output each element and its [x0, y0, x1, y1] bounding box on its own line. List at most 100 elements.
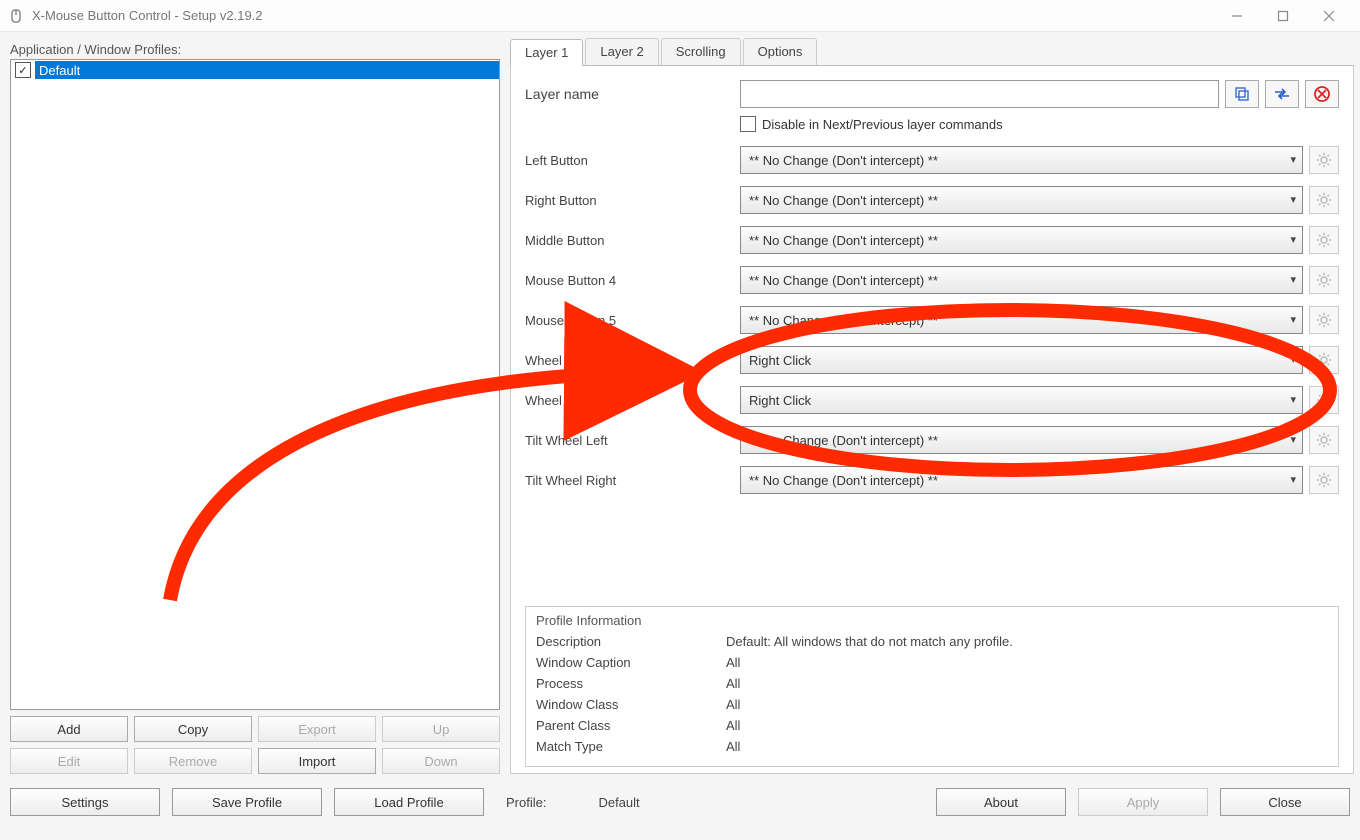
button-combo[interactable]: ** No Change (Don't intercept) **	[740, 466, 1303, 494]
button-row-1: Right Button ** No Change (Don't intercep…	[525, 186, 1339, 214]
tab-scrolling[interactable]: Scrolling	[661, 38, 741, 65]
disable-layer-checkbox[interactable]	[740, 116, 756, 132]
pi-caption-label: Window Caption	[536, 655, 726, 670]
button-label: Mouse Button 5	[525, 313, 740, 328]
edit-button[interactable]: Edit	[10, 748, 128, 774]
button-combo[interactable]: ** No Change (Don't intercept) **	[740, 186, 1303, 214]
profile-info-group: Profile Information DescriptionDefault: …	[525, 606, 1339, 767]
pi-match-value: All	[726, 739, 740, 754]
button-combo-value: Right Click	[749, 353, 811, 368]
button-row-6: Wheel Down Right Click	[525, 386, 1339, 414]
import-button[interactable]: Import	[258, 748, 376, 774]
copy-layer-button[interactable]	[1225, 80, 1259, 108]
profiles-label: Application / Window Profiles:	[10, 42, 500, 57]
profiles-list[interactable]: ✓ Default	[10, 59, 500, 710]
gear-icon[interactable]	[1309, 226, 1339, 254]
button-combo-value: ** No Change (Don't intercept) **	[749, 473, 938, 488]
layer-name-input[interactable]	[740, 80, 1219, 108]
tab-options[interactable]: Options	[743, 38, 818, 65]
button-label: Mouse Button 4	[525, 273, 740, 288]
profile-value: Default	[598, 795, 924, 810]
button-combo-value: ** No Change (Don't intercept) **	[749, 153, 938, 168]
export-button[interactable]: Export	[258, 716, 376, 742]
pi-class-label: Window Class	[536, 697, 726, 712]
pi-process-label: Process	[536, 676, 726, 691]
button-row-3: Mouse Button 4 ** No Change (Don't interc…	[525, 266, 1339, 294]
minimize-button[interactable]	[1214, 0, 1260, 32]
apply-button[interactable]: Apply	[1078, 788, 1208, 816]
button-row-4: Mouse Button 5 ** No Change (Don't interc…	[525, 306, 1339, 334]
button-combo-value: Right Click	[749, 393, 811, 408]
maximize-button[interactable]	[1260, 0, 1306, 32]
tab-layer2[interactable]: Layer 2	[585, 38, 658, 65]
gear-icon[interactable]	[1309, 146, 1339, 174]
remove-button[interactable]: Remove	[134, 748, 252, 774]
button-label: Wheel Up	[525, 353, 740, 368]
button-combo-value: ** No Change (Don't intercept) **	[749, 313, 938, 328]
button-combo[interactable]: ** No Change (Don't intercept) **	[740, 226, 1303, 254]
pi-description-value: Default: All windows that do not match a…	[726, 634, 1013, 649]
up-button[interactable]: Up	[382, 716, 500, 742]
button-label: Right Button	[525, 193, 740, 208]
button-combo[interactable]: ** No Change (Don't intercept) **	[740, 306, 1303, 334]
button-combo[interactable]: ** No Change (Don't intercept) **	[740, 426, 1303, 454]
button-label: Middle Button	[525, 233, 740, 248]
gear-icon[interactable]	[1309, 266, 1339, 294]
gear-icon[interactable]	[1309, 426, 1339, 454]
save-profile-button[interactable]: Save Profile	[172, 788, 322, 816]
button-combo[interactable]: ** No Change (Don't intercept) **	[740, 146, 1303, 174]
button-label: Left Button	[525, 153, 740, 168]
titlebar: X-Mouse Button Control - Setup v2.19.2	[0, 0, 1360, 32]
button-combo[interactable]: Right Click	[740, 386, 1303, 414]
gear-icon[interactable]	[1309, 386, 1339, 414]
button-combo[interactable]: Right Click	[740, 346, 1303, 374]
bottom-bar: Settings Save Profile Load Profile Profi…	[0, 780, 1360, 824]
button-combo[interactable]: ** No Change (Don't intercept) **	[740, 266, 1303, 294]
pi-caption-value: All	[726, 655, 740, 670]
layer-config-panel: Layer 1 Layer 2 Scrolling Options Layer …	[510, 38, 1354, 774]
close-app-button[interactable]: Close	[1220, 788, 1350, 816]
swap-layer-button[interactable]	[1265, 80, 1299, 108]
pi-parent-label: Parent Class	[536, 718, 726, 733]
pi-parent-value: All	[726, 718, 740, 733]
reset-layer-button[interactable]	[1305, 80, 1339, 108]
button-label: Tilt Wheel Left	[525, 433, 740, 448]
profile-item-label: Default	[35, 61, 499, 79]
profiles-panel: Application / Window Profiles: ✓ Default…	[6, 38, 504, 774]
button-row-8: Tilt Wheel Right ** No Change (Don't inte…	[525, 466, 1339, 494]
button-combo-value: ** No Change (Don't intercept) **	[749, 233, 938, 248]
app-icon	[8, 8, 24, 24]
button-row-0: Left Button ** No Change (Don't intercept…	[525, 146, 1339, 174]
button-combo-value: ** No Change (Don't intercept) **	[749, 193, 938, 208]
button-combo-value: ** No Change (Don't intercept) **	[749, 273, 938, 288]
profile-label: Profile:	[506, 795, 546, 810]
window-title: X-Mouse Button Control - Setup v2.19.2	[32, 8, 1214, 23]
disable-layer-label: Disable in Next/Previous layer commands	[762, 117, 1003, 132]
button-row-7: Tilt Wheel Left ** No Change (Don't inter…	[525, 426, 1339, 454]
button-label: Tilt Wheel Right	[525, 473, 740, 488]
button-combo-value: ** No Change (Don't intercept) **	[749, 433, 938, 448]
pi-match-label: Match Type	[536, 739, 726, 754]
load-profile-button[interactable]: Load Profile	[334, 788, 484, 816]
copy-button[interactable]: Copy	[134, 716, 252, 742]
profile-checkbox[interactable]: ✓	[15, 62, 31, 78]
close-button[interactable]	[1306, 0, 1352, 32]
button-row-5: Wheel Up Right Click	[525, 346, 1339, 374]
pi-class-value: All	[726, 697, 740, 712]
gear-icon[interactable]	[1309, 306, 1339, 334]
settings-button[interactable]: Settings	[10, 788, 160, 816]
button-label: Wheel Down	[525, 393, 740, 408]
tab-layer1[interactable]: Layer 1	[510, 39, 583, 66]
layer-name-label: Layer name	[525, 86, 740, 102]
pi-process-value: All	[726, 676, 740, 691]
gear-icon[interactable]	[1309, 466, 1339, 494]
pi-description-label: Description	[536, 634, 726, 649]
gear-icon[interactable]	[1309, 346, 1339, 374]
button-row-2: Middle Button ** No Change (Don't interce…	[525, 226, 1339, 254]
down-button[interactable]: Down	[382, 748, 500, 774]
add-button[interactable]: Add	[10, 716, 128, 742]
about-button[interactable]: About	[936, 788, 1066, 816]
gear-icon[interactable]	[1309, 186, 1339, 214]
profile-info-header: Profile Information	[536, 613, 1328, 628]
profile-item-default[interactable]: ✓ Default	[11, 60, 499, 80]
